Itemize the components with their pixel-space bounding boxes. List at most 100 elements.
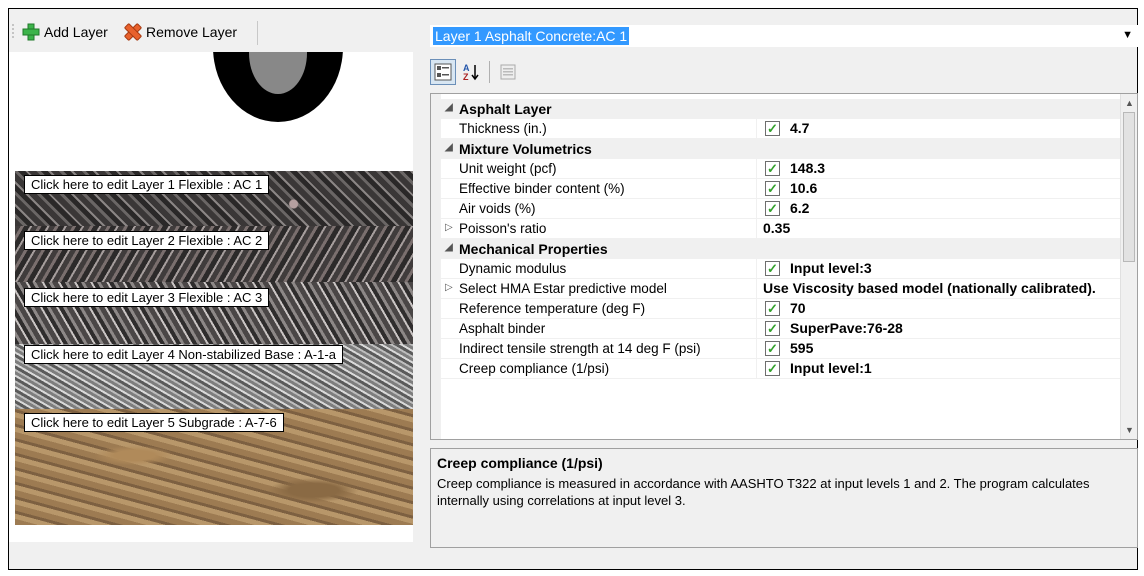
property-row[interactable]: Asphalt binder ✓ SuperPave:76-28	[431, 319, 1121, 339]
checkmark-icon[interactable]: ✓	[765, 160, 780, 176]
collapse-icon[interactable]: ◢	[445, 242, 455, 253]
layer-5-edit-link[interactable]: Click here to edit Layer 5 Subgrade : A-…	[24, 413, 284, 432]
description-panel: Creep compliance (1/psi) Creep complianc…	[430, 448, 1138, 548]
property-name: Poisson's ratio	[459, 221, 547, 236]
panel-splitter[interactable]	[413, 9, 425, 569]
property-name: Select HMA Estar predictive model	[459, 281, 667, 296]
property-name: Thickness (in.)	[459, 121, 547, 136]
property-value: SuperPave:76-28	[790, 320, 903, 336]
property-name: Reference temperature (deg F)	[459, 301, 646, 316]
property-grid: ◢ Asphalt Layer Thickness (in.) ✓ 4.7 ◢ Mixtur…	[430, 93, 1138, 440]
property-value-cell[interactable]: ✓ Input level:1	[763, 360, 872, 376]
property-value: Use Viscosity based model (nationally ca…	[763, 280, 1096, 296]
property-value: 10.6	[790, 180, 818, 196]
property-name: Indirect tensile strength at 14 deg F (p…	[459, 341, 701, 356]
collapse-icon[interactable]: ◢	[445, 102, 455, 113]
property-value-cell[interactable]: ✓ 595	[763, 340, 813, 356]
layer-toolbar: Add Layer Remove Layer	[9, 9, 413, 49]
category-label: Asphalt Layer	[459, 101, 552, 117]
checkmark-icon[interactable]: ✓	[765, 360, 780, 376]
property-name: Air voids (%)	[459, 201, 536, 216]
checkmark-icon[interactable]: ✓	[765, 180, 780, 196]
property-value-cell[interactable]: ✓ 6.2	[763, 200, 809, 216]
add-layer-button[interactable]: Add Layer	[21, 21, 108, 43]
column-divider	[756, 299, 757, 319]
column-divider	[756, 219, 757, 239]
property-pages-button[interactable]	[495, 59, 521, 85]
column-divider	[756, 119, 757, 139]
expand-icon[interactable]: ▷	[445, 282, 455, 293]
remove-layer-icon	[124, 23, 142, 41]
remove-layer-button[interactable]: Remove Layer	[123, 21, 237, 43]
property-row[interactable]: Reference temperature (deg F) ✓ 70	[431, 299, 1121, 319]
layer-selector-dropdown[interactable]: Layer 1 Asphalt Concrete:AC 1 ▼	[430, 25, 1138, 47]
property-value: Input level:1	[790, 360, 872, 376]
layer-1-edit-link[interactable]: Click here to edit Layer 1 Flexible : AC…	[24, 175, 270, 194]
column-divider	[756, 259, 757, 279]
categorized-icon	[434, 63, 452, 81]
property-value-cell[interactable]: 0.35	[763, 220, 790, 236]
property-category[interactable]: ◢ Asphalt Layer	[431, 99, 1121, 119]
category-label: Mixture Volumetrics	[459, 141, 592, 157]
layer-3-edit-link[interactable]: Click here to edit Layer 3 Flexible : AC…	[24, 288, 270, 307]
property-row[interactable]: Effective binder content (%) ✓ 10.6	[431, 179, 1121, 199]
property-row[interactable]: Indirect tensile strength at 14 deg F (p…	[431, 339, 1121, 359]
alphabetical-sort-button[interactable]: A Z	[458, 59, 484, 85]
checkmark-icon[interactable]: ✓	[765, 260, 780, 276]
collapse-icon[interactable]: ◢	[445, 142, 455, 153]
property-value-cell[interactable]: ✓ 148.3	[763, 160, 825, 176]
property-value-cell[interactable]: ✓ 4.7	[763, 120, 809, 136]
vertical-scrollbar[interactable]: ▲ ▼	[1120, 94, 1137, 439]
checkmark-icon[interactable]: ✓	[765, 300, 780, 316]
layer-selector-value: Layer 1 Asphalt Concrete:AC 1	[433, 27, 630, 45]
toolbar-separator	[489, 61, 490, 83]
property-name: Effective binder content (%)	[459, 181, 625, 196]
property-value-cell[interactable]: Use Viscosity based model (nationally ca…	[763, 280, 1096, 296]
property-category[interactable]: ◢ Mixture Volumetrics	[431, 139, 1121, 159]
property-value-cell[interactable]: ✓ Input level:3	[763, 260, 872, 276]
scroll-thumb[interactable]	[1123, 112, 1135, 262]
property-row[interactable]: Thickness (in.) ✓ 4.7	[431, 119, 1121, 139]
checkmark-icon[interactable]: ✓	[765, 340, 780, 356]
property-value-cell[interactable]: ✓ 70	[763, 300, 806, 316]
property-grid-toolbar: A Z	[430, 57, 521, 87]
property-name: Dynamic modulus	[459, 261, 567, 276]
layer-4-edit-link[interactable]: Click here to edit Layer 4 Non-stabilize…	[24, 345, 343, 364]
property-value: 0.35	[763, 220, 791, 236]
property-value: 70	[790, 300, 806, 316]
scroll-down-icon[interactable]: ▼	[1125, 425, 1134, 435]
property-row[interactable]: ▷ Poisson's ratio 0.35	[431, 219, 1121, 239]
scroll-up-icon[interactable]: ▲	[1125, 98, 1134, 108]
toolbar-separator	[257, 21, 258, 45]
property-pages-icon	[500, 64, 516, 80]
add-layer-icon	[22, 23, 40, 41]
main-window: Add Layer Remove Layer Click here to edi…	[8, 8, 1138, 570]
property-row[interactable]: Unit weight (pcf) ✓ 148.3	[431, 159, 1121, 179]
property-name: Unit weight (pcf)	[459, 161, 557, 176]
property-row[interactable]: Dynamic modulus ✓ Input level:3	[431, 259, 1121, 279]
column-divider	[756, 339, 757, 359]
expand-icon[interactable]: ▷	[445, 222, 455, 233]
description-text: Creep compliance is measured in accordan…	[437, 476, 1090, 508]
categorized-view-button[interactable]	[430, 59, 456, 85]
property-row[interactable]: Creep compliance (1/psi) ✓ Input level:1	[431, 359, 1121, 379]
property-value-cell[interactable]: ✓ 10.6	[763, 180, 817, 196]
property-row[interactable]: ▷ Select HMA Estar predictive model Use Vi…	[431, 279, 1121, 299]
checkmark-icon[interactable]: ✓	[765, 120, 780, 136]
svg-text:Z: Z	[463, 72, 469, 82]
property-value-cell[interactable]: ✓ SuperPave:76-28	[763, 320, 903, 336]
column-divider	[756, 359, 757, 379]
toolbar-grip[interactable]	[12, 23, 14, 39]
column-divider	[756, 179, 757, 199]
property-value: 4.7	[790, 120, 810, 136]
column-divider	[756, 279, 757, 299]
property-category[interactable]: ◢ Mechanical Properties	[431, 239, 1121, 259]
checkmark-icon[interactable]: ✓	[765, 200, 780, 216]
column-divider	[756, 319, 757, 339]
layer-2-edit-link[interactable]: Click here to edit Layer 2 Flexible : AC…	[24, 231, 270, 250]
chevron-down-icon[interactable]: ▼	[1122, 29, 1133, 41]
description-title: Creep compliance (1/psi)	[437, 455, 603, 471]
add-layer-label: Add Layer	[44, 24, 108, 40]
checkmark-icon[interactable]: ✓	[765, 320, 780, 336]
property-row[interactable]: Air voids (%) ✓ 6.2	[431, 199, 1121, 219]
